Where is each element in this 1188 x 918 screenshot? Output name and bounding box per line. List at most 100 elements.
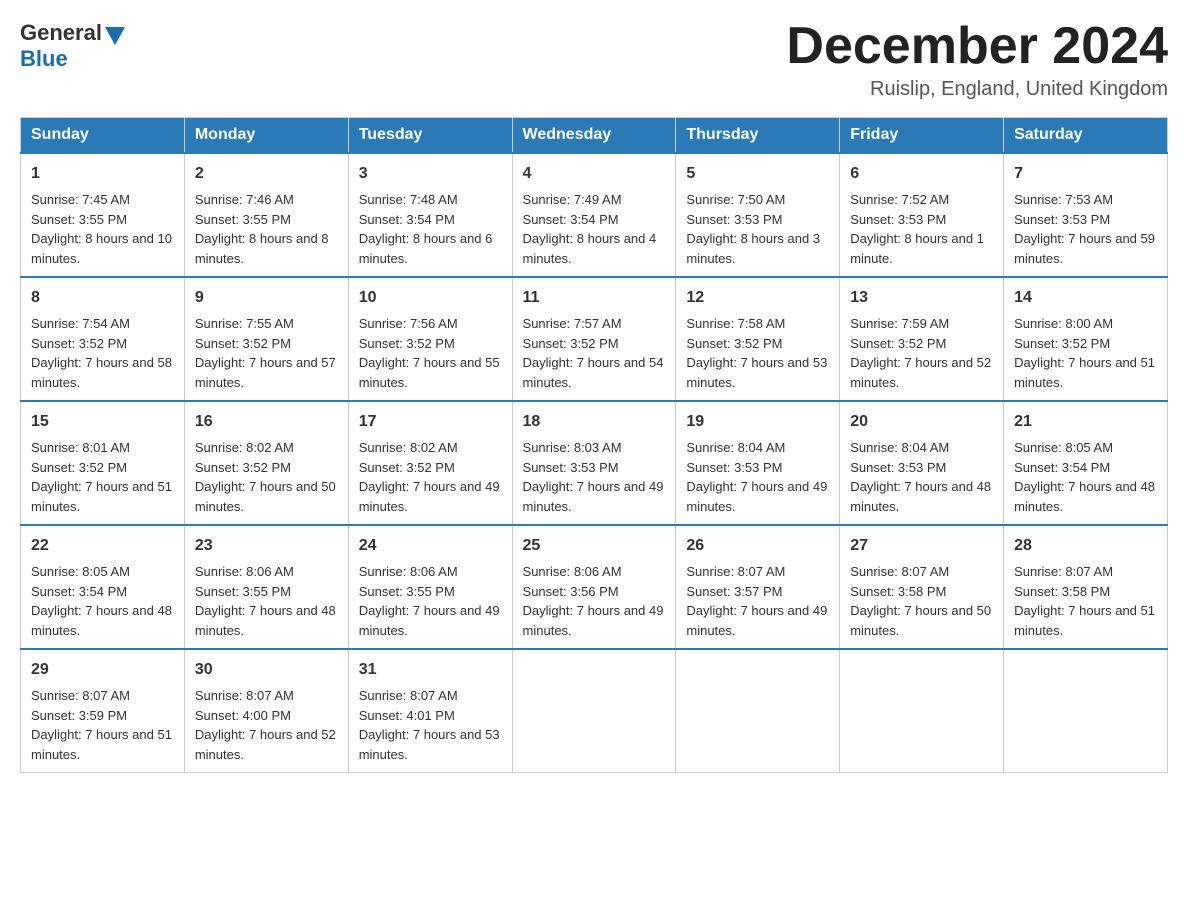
- daylight-label: Daylight: 7 hours and 55 minutes.: [359, 355, 500, 390]
- daylight-label: Daylight: 8 hours and 4 minutes.: [523, 231, 657, 266]
- day-number: 10: [359, 286, 502, 310]
- day-number: 22: [31, 534, 174, 558]
- sunset-label: Sunset: 3:54 PM: [31, 584, 127, 599]
- sunrise-label: Sunrise: 8:05 AM: [1014, 440, 1113, 455]
- sunrise-label: Sunrise: 8:07 AM: [195, 688, 294, 703]
- calendar-cell: 7 Sunrise: 7:53 AM Sunset: 3:53 PM Dayli…: [1004, 153, 1168, 277]
- calendar-cell: 30 Sunrise: 8:07 AM Sunset: 4:00 PM Dayl…: [184, 649, 348, 773]
- day-number: 15: [31, 410, 174, 434]
- calendar-header-row: SundayMondayTuesdayWednesdayThursdayFrid…: [21, 118, 1168, 154]
- day-number: 24: [359, 534, 502, 558]
- daylight-label: Daylight: 7 hours and 51 minutes.: [1014, 355, 1155, 390]
- sunset-label: Sunset: 3:52 PM: [523, 336, 619, 351]
- sunset-label: Sunset: 3:52 PM: [31, 460, 127, 475]
- sunset-label: Sunset: 3:53 PM: [1014, 212, 1110, 227]
- daylight-label: Daylight: 7 hours and 52 minutes.: [850, 355, 991, 390]
- calendar-cell: 10 Sunrise: 7:56 AM Sunset: 3:52 PM Dayl…: [348, 277, 512, 401]
- daylight-label: Daylight: 8 hours and 6 minutes.: [359, 231, 493, 266]
- sunset-label: Sunset: 3:52 PM: [359, 336, 455, 351]
- daylight-label: Daylight: 7 hours and 49 minutes.: [359, 603, 500, 638]
- daylight-label: Daylight: 7 hours and 58 minutes.: [31, 355, 172, 390]
- daylight-label: Daylight: 7 hours and 52 minutes.: [195, 727, 336, 762]
- daylight-label: Daylight: 7 hours and 59 minutes.: [1014, 231, 1155, 266]
- sunrise-label: Sunrise: 8:07 AM: [850, 564, 949, 579]
- sunrise-label: Sunrise: 7:53 AM: [1014, 192, 1113, 207]
- sunset-label: Sunset: 3:53 PM: [686, 212, 782, 227]
- sunrise-label: Sunrise: 7:49 AM: [523, 192, 622, 207]
- daylight-label: Daylight: 7 hours and 51 minutes.: [31, 479, 172, 514]
- day-number: 5: [686, 162, 829, 186]
- day-number: 29: [31, 658, 174, 682]
- calendar-cell: 11 Sunrise: 7:57 AM Sunset: 3:52 PM Dayl…: [512, 277, 676, 401]
- daylight-label: Daylight: 7 hours and 57 minutes.: [195, 355, 336, 390]
- sunrise-label: Sunrise: 8:06 AM: [359, 564, 458, 579]
- daylight-label: Daylight: 7 hours and 50 minutes.: [195, 479, 336, 514]
- column-header-friday: Friday: [840, 118, 1004, 154]
- calendar-cell: 28 Sunrise: 8:07 AM Sunset: 3:58 PM Dayl…: [1004, 525, 1168, 649]
- sunset-label: Sunset: 3:52 PM: [1014, 336, 1110, 351]
- sunrise-label: Sunrise: 7:54 AM: [31, 316, 130, 331]
- sunset-label: Sunset: 3:52 PM: [195, 336, 291, 351]
- calendar-cell: 16 Sunrise: 8:02 AM Sunset: 3:52 PM Dayl…: [184, 401, 348, 525]
- sunrise-label: Sunrise: 7:46 AM: [195, 192, 294, 207]
- calendar-cell: [840, 649, 1004, 773]
- sunrise-label: Sunrise: 8:04 AM: [850, 440, 949, 455]
- daylight-label: Daylight: 7 hours and 50 minutes.: [850, 603, 991, 638]
- calendar-cell: 4 Sunrise: 7:49 AM Sunset: 3:54 PM Dayli…: [512, 153, 676, 277]
- day-number: 26: [686, 534, 829, 558]
- sunset-label: Sunset: 4:01 PM: [359, 708, 455, 723]
- day-number: 17: [359, 410, 502, 434]
- day-number: 8: [31, 286, 174, 310]
- day-number: 31: [359, 658, 502, 682]
- daylight-label: Daylight: 7 hours and 51 minutes.: [31, 727, 172, 762]
- sunrise-label: Sunrise: 8:04 AM: [686, 440, 785, 455]
- day-number: 16: [195, 410, 338, 434]
- column-header-wednesday: Wednesday: [512, 118, 676, 154]
- daylight-label: Daylight: 7 hours and 54 minutes.: [523, 355, 664, 390]
- calendar-cell: 20 Sunrise: 8:04 AM Sunset: 3:53 PM Dayl…: [840, 401, 1004, 525]
- calendar-week-2: 8 Sunrise: 7:54 AM Sunset: 3:52 PM Dayli…: [21, 277, 1168, 401]
- day-number: 11: [523, 286, 666, 310]
- sunset-label: Sunset: 3:52 PM: [195, 460, 291, 475]
- sunset-label: Sunset: 3:55 PM: [359, 584, 455, 599]
- calendar-cell: 2 Sunrise: 7:46 AM Sunset: 3:55 PM Dayli…: [184, 153, 348, 277]
- daylight-label: Daylight: 7 hours and 48 minutes.: [195, 603, 336, 638]
- day-number: 18: [523, 410, 666, 434]
- page-header: General Blue December 2024 Ruislip, Engl…: [20, 20, 1168, 101]
- calendar-cell: 27 Sunrise: 8:07 AM Sunset: 3:58 PM Dayl…: [840, 525, 1004, 649]
- daylight-label: Daylight: 8 hours and 10 minutes.: [31, 231, 172, 266]
- calendar-cell: [1004, 649, 1168, 773]
- sunset-label: Sunset: 3:52 PM: [686, 336, 782, 351]
- sunrise-label: Sunrise: 8:05 AM: [31, 564, 130, 579]
- sunrise-label: Sunrise: 7:59 AM: [850, 316, 949, 331]
- title-section: December 2024 Ruislip, England, United K…: [786, 20, 1168, 101]
- sunset-label: Sunset: 3:53 PM: [850, 212, 946, 227]
- sunrise-label: Sunrise: 7:45 AM: [31, 192, 130, 207]
- day-number: 19: [686, 410, 829, 434]
- calendar-cell: 22 Sunrise: 8:05 AM Sunset: 3:54 PM Dayl…: [21, 525, 185, 649]
- sunrise-label: Sunrise: 8:02 AM: [359, 440, 458, 455]
- calendar-cell: 8 Sunrise: 7:54 AM Sunset: 3:52 PM Dayli…: [21, 277, 185, 401]
- calendar-cell: 5 Sunrise: 7:50 AM Sunset: 3:53 PM Dayli…: [676, 153, 840, 277]
- daylight-label: Daylight: 7 hours and 48 minutes.: [31, 603, 172, 638]
- sunset-label: Sunset: 3:52 PM: [31, 336, 127, 351]
- column-header-sunday: Sunday: [21, 118, 185, 154]
- calendar-cell: 25 Sunrise: 8:06 AM Sunset: 3:56 PM Dayl…: [512, 525, 676, 649]
- sunset-label: Sunset: 3:53 PM: [686, 460, 782, 475]
- calendar-cell: 6 Sunrise: 7:52 AM Sunset: 3:53 PM Dayli…: [840, 153, 1004, 277]
- day-number: 2: [195, 162, 338, 186]
- calendar-cell: 17 Sunrise: 8:02 AM Sunset: 3:52 PM Dayl…: [348, 401, 512, 525]
- calendar-cell: 18 Sunrise: 8:03 AM Sunset: 3:53 PM Dayl…: [512, 401, 676, 525]
- sunrise-label: Sunrise: 7:58 AM: [686, 316, 785, 331]
- calendar-cell: 24 Sunrise: 8:06 AM Sunset: 3:55 PM Dayl…: [348, 525, 512, 649]
- daylight-label: Daylight: 7 hours and 49 minutes.: [523, 479, 664, 514]
- daylight-label: Daylight: 7 hours and 53 minutes.: [686, 355, 827, 390]
- calendar-cell: 29 Sunrise: 8:07 AM Sunset: 3:59 PM Dayl…: [21, 649, 185, 773]
- sunrise-label: Sunrise: 8:06 AM: [195, 564, 294, 579]
- sunset-label: Sunset: 3:58 PM: [1014, 584, 1110, 599]
- day-number: 13: [850, 286, 993, 310]
- day-number: 27: [850, 534, 993, 558]
- column-header-tuesday: Tuesday: [348, 118, 512, 154]
- calendar-week-5: 29 Sunrise: 8:07 AM Sunset: 3:59 PM Dayl…: [21, 649, 1168, 773]
- day-number: 25: [523, 534, 666, 558]
